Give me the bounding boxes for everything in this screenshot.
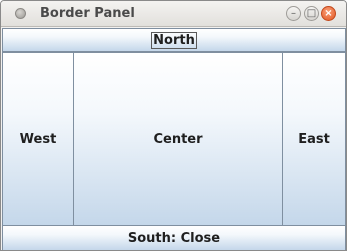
window-menu-icon[interactable]: [15, 8, 26, 19]
east-button[interactable]: East: [282, 52, 346, 226]
close-window-button[interactable]: ×: [321, 6, 336, 21]
application-window: Border Panel – □ × North West Center Eas…: [0, 0, 347, 251]
center-button[interactable]: Center: [73, 52, 283, 226]
north-button[interactable]: North: [2, 28, 346, 52]
title-bar[interactable]: Border Panel – □ ×: [1, 1, 346, 27]
south-button-label: South: Close: [127, 230, 221, 246]
maximize-button[interactable]: □: [304, 6, 319, 21]
minimize-button[interactable]: –: [286, 6, 301, 21]
east-button-label: East: [298, 131, 330, 147]
south-close-button[interactable]: South: Close: [2, 225, 346, 250]
west-button-label: West: [19, 131, 57, 147]
north-button-label: North: [151, 31, 197, 49]
window-title: Border Panel: [40, 6, 135, 21]
west-button[interactable]: West: [2, 52, 74, 226]
center-button-label: Center: [153, 131, 203, 147]
